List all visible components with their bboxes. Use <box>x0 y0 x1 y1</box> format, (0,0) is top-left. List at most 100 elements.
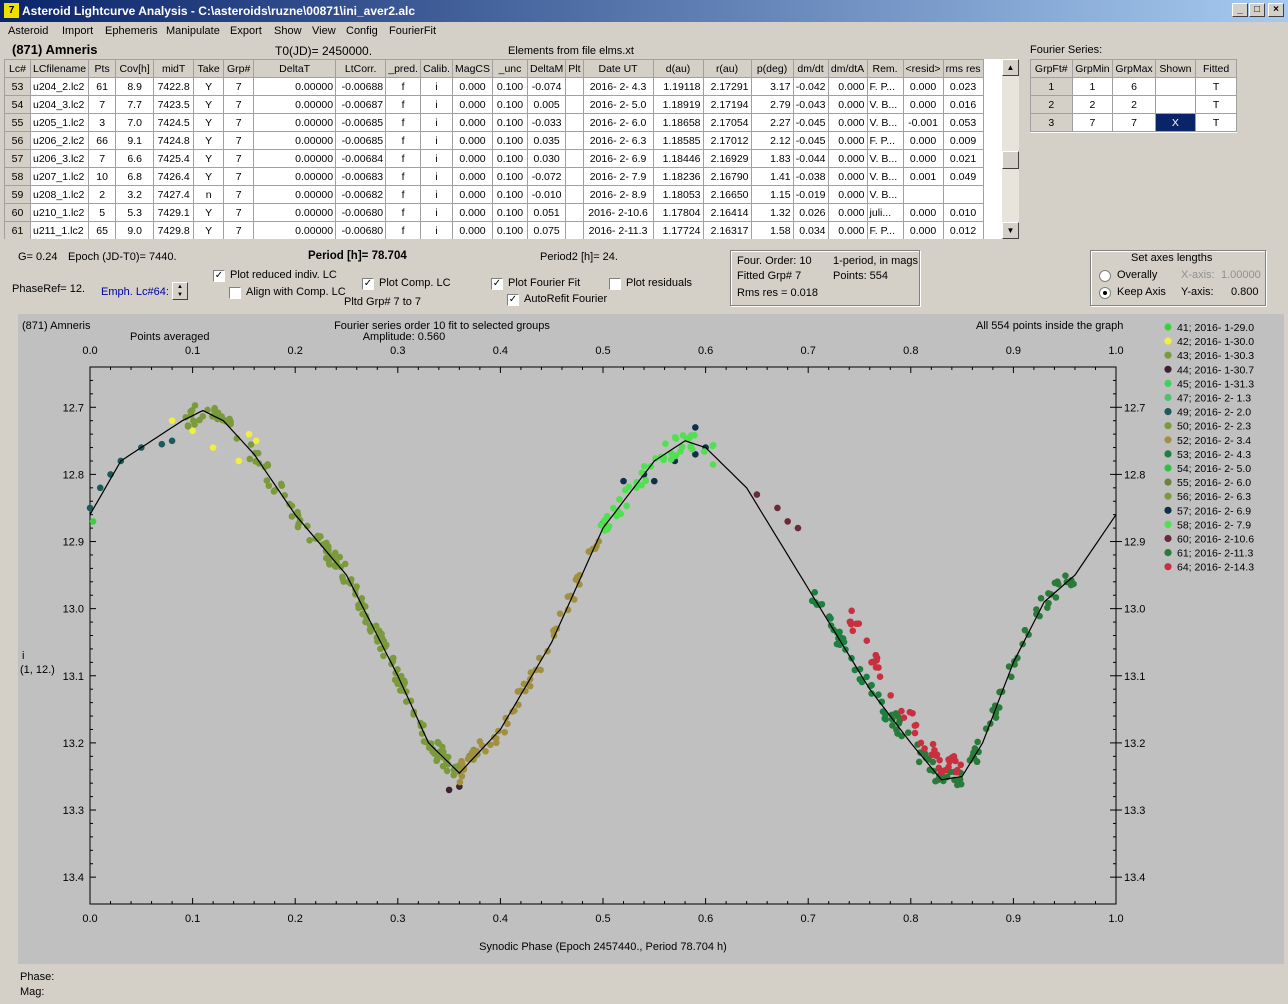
table-cell[interactable]: 2.79 <box>750 95 794 114</box>
table-cell[interactable]: 7424.5 <box>153 113 195 132</box>
table-cell[interactable]: Y <box>193 113 225 132</box>
table-cell[interactable] <box>902 185 944 204</box>
table-cell[interactable]: 7424.8 <box>153 131 195 150</box>
plot-reduced-checkbox[interactable]: ✓ <box>213 270 225 282</box>
maximize-button[interactable]: □ <box>1249 3 1265 17</box>
column-header[interactable]: Calib. <box>420 59 453 78</box>
row-header[interactable]: 57 <box>4 149 31 168</box>
table-cell[interactable]: 0.000 <box>451 77 494 96</box>
table-cell[interactable]: 0.100 <box>492 149 528 168</box>
table-cell[interactable]: 3.2 <box>115 185 155 204</box>
table-cell[interactable]: 0.00000 <box>253 131 337 150</box>
table-cell[interactable]: u208_1.lc2 <box>29 185 90 204</box>
table-cell[interactable]: 66 <box>88 131 117 150</box>
fourier-cell[interactable]: 2 <box>1030 95 1073 114</box>
row-header[interactable]: 61 <box>4 221 31 239</box>
fourier-row[interactable]: 222T <box>1030 95 1237 114</box>
table-cell[interactable]: 0.00000 <box>253 203 337 222</box>
column-header[interactable]: Cov[h] <box>115 59 155 78</box>
table-cell[interactable]: 7 <box>223 77 255 96</box>
menu-import[interactable]: Import <box>62 25 93 37</box>
table-row[interactable]: 57 u206_3.lc2 7 6.6 7425.4 Y 7 0.00000 -0.00684 f… <box>4 149 984 168</box>
menu-asteroid[interactable]: Asteroid <box>8 25 48 37</box>
row-header[interactable]: 56 <box>4 131 31 150</box>
menu-view[interactable]: View <box>312 25 336 37</box>
table-cell[interactable]: f <box>385 131 422 150</box>
table-cell[interactable]: 2.17291 <box>702 77 752 96</box>
table-cell[interactable]: f <box>385 167 422 186</box>
table-cell[interactable]: Y <box>193 167 225 186</box>
fourier-cell[interactable]: 7 <box>1112 113 1156 132</box>
table-cell[interactable]: 2.17012 <box>702 131 752 150</box>
column-header[interactable]: rms res <box>942 59 984 78</box>
table-cell[interactable]: -0.019 <box>792 185 829 204</box>
column-header[interactable]: _pred. <box>385 59 422 78</box>
table-cell[interactable]: 1.83 <box>750 149 794 168</box>
table-cell[interactable]: 0.000 <box>451 95 494 114</box>
row-header[interactable]: 58 <box>4 167 31 186</box>
lightcurve-chart[interactable]: 0.0 0.0 0.1 0.1 0.2 0.2 0.3 0.3 0.4 0.4 0.5 0.5 0.6 0… <box>18 314 1284 964</box>
table-row[interactable]: 61 u211_1.lc2 65 9.0 7429.8 Y 7 0.00000 -0.00680… <box>4 221 984 239</box>
table-cell[interactable]: i <box>420 221 453 239</box>
scroll-up-arrow-icon[interactable]: ▲ <box>1002 59 1019 76</box>
fourier-row[interactable]: 116T <box>1030 77 1237 96</box>
table-cell[interactable]: 0.00000 <box>253 149 337 168</box>
table-cell[interactable]: -0.045 <box>792 131 829 150</box>
table-cell[interactable]: 0.100 <box>492 95 528 114</box>
fourier-cell[interactable]: 6 <box>1112 77 1156 96</box>
table-cell[interactable] <box>565 131 584 150</box>
table-cell[interactable]: 0.00000 <box>253 221 337 239</box>
table-cell[interactable]: Y <box>193 95 225 114</box>
table-cell[interactable]: V. B... <box>866 185 904 204</box>
table-cell[interactable]: f <box>385 95 422 114</box>
column-header[interactable]: Rem. <box>866 59 904 78</box>
column-header[interactable]: Lc# <box>4 59 31 78</box>
fourier-row[interactable]: 377XT <box>1030 113 1237 132</box>
table-cell[interactable]: -0.00685 <box>335 131 387 150</box>
row-header[interactable]: 59 <box>4 185 31 204</box>
table-cell[interactable]: 7 <box>88 149 117 168</box>
table-cell[interactable]: 7 <box>88 95 117 114</box>
table-cell[interactable]: F. P... <box>866 131 904 150</box>
column-header[interactable]: _unc <box>492 59 528 78</box>
table-cell[interactable]: 2016- 2- 7.9 <box>582 167 654 186</box>
column-header[interactable]: Pts <box>88 59 117 78</box>
table-cell[interactable]: 2016- 2- 6.9 <box>582 149 654 168</box>
table-cell[interactable]: f <box>385 149 422 168</box>
table-cell[interactable] <box>565 167 584 186</box>
table-cell[interactable]: 0.023 <box>942 77 984 96</box>
column-header[interactable]: LCfilename <box>29 59 90 78</box>
table-cell[interactable]: 7427.4 <box>153 185 195 204</box>
table-row[interactable]: 54 u204_3.lc2 7 7.7 7423.5 Y 7 0.00000 -0.00687 f… <box>4 95 984 114</box>
table-cell[interactable]: -0.010 <box>526 185 567 204</box>
table-cell[interactable]: 0.000 <box>451 149 494 168</box>
table-cell[interactable]: 1.18585 <box>652 131 704 150</box>
table-row[interactable]: 58 u207_1.lc2 10 6.8 7426.4 Y 7 0.00000 -0.00683… <box>4 167 984 186</box>
table-cell[interactable]: 2.16929 <box>702 149 752 168</box>
emph-spinner[interactable]: ▲ ▼ <box>172 282 188 300</box>
table-cell[interactable]: 0.000 <box>451 167 494 186</box>
table-cell[interactable]: 65 <box>88 221 117 239</box>
table-row[interactable]: 59 u208_1.lc2 2 3.2 7427.4 n 7 0.00000 -0.00682 f… <box>4 185 984 204</box>
lightcurve-table[interactable]: Lc# LCfilename Pts Cov[h] midT Take Grp# DeltaT… <box>4 59 1002 239</box>
table-cell[interactable]: 0.000 <box>451 131 494 150</box>
table-cell[interactable]: 0.021 <box>942 149 984 168</box>
table-cell[interactable]: 0.051 <box>526 203 567 222</box>
overally-radio[interactable] <box>1099 270 1111 282</box>
table-cell[interactable]: -0.001 <box>902 113 944 132</box>
table-cell[interactable]: -0.00684 <box>335 149 387 168</box>
table-cell[interactable] <box>565 149 584 168</box>
fourier-cell[interactable] <box>1154 77 1197 96</box>
table-cell[interactable]: 1.15 <box>750 185 794 204</box>
table-cell[interactable]: -0.072 <box>526 167 567 186</box>
keep-axis-radio[interactable] <box>1099 287 1111 299</box>
table-cell[interactable]: 0.100 <box>492 221 528 239</box>
table-cell[interactable]: -0.074 <box>526 77 567 96</box>
table-cell[interactable]: 0.000 <box>827 185 868 204</box>
period-value[interactable]: Period [h]= 78.704 <box>308 250 407 262</box>
table-cell[interactable]: 2016- 2-10.6 <box>582 203 654 222</box>
table-cell[interactable]: 0.000 <box>902 203 944 222</box>
column-header[interactable]: <resid> <box>902 59 944 78</box>
table-cell[interactable]: 2016- 2- 6.0 <box>582 113 654 132</box>
table-cell[interactable]: 0.000 <box>902 95 944 114</box>
